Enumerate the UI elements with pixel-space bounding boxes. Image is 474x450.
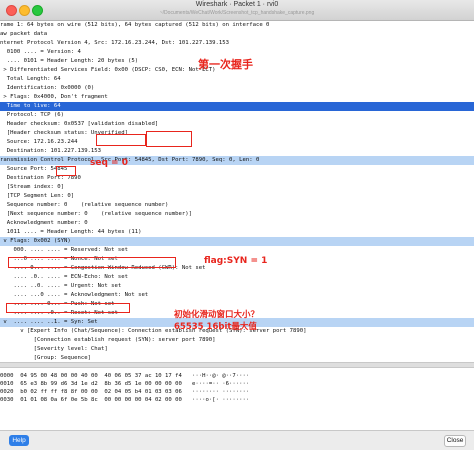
hex-row[interactable]: 0000 04 95 00 48 00 00 40 00 40 06 05 37… xyxy=(0,372,249,380)
detail-row[interactable]: .... ...0 .... = Acknowledgment: Not set xyxy=(0,291,474,300)
hex-row[interactable]: 0020 b0 02 ff ff f8 8f 00 00 02 04 05 b4… xyxy=(0,388,249,396)
highlight-src-port xyxy=(96,134,146,146)
detail-row[interactable]: Sequence number: 0 (relative sequence nu… xyxy=(0,201,474,210)
window-subtitle: ~/Documents/WeChat/Work/Screenshot_tcp_h… xyxy=(159,10,315,16)
hex-offset: 0000 xyxy=(0,373,14,379)
detail-row[interactable]: aw packet data xyxy=(0,30,474,39)
hex-ascii[interactable]: ····o·[· ········ xyxy=(192,397,249,403)
detail-row[interactable]: 1011 .... = Header Length: 44 bytes (11) xyxy=(0,228,474,237)
hex-row[interactable]: 0010 65 e3 8b 99 d6 3d 1e d2 8b 36 d5 1e… xyxy=(0,380,249,388)
hex-bytes[interactable]: 01 01 08 0a 6f 0e 5b 8c 00 00 00 00 04 0… xyxy=(20,397,182,403)
highlight-seq-number xyxy=(56,166,76,176)
hex-offset: 0020 xyxy=(0,389,14,395)
hex-ascii[interactable]: ···H··@· @··7···· xyxy=(192,373,249,379)
detail-row[interactable]: [Connection establish request (SYN): ser… xyxy=(0,336,474,345)
packet-bytes-pane[interactable]: 0000 04 95 00 48 00 00 40 00 40 06 05 37… xyxy=(0,368,474,430)
detail-row[interactable]: nternet Protocol Version 4, Src: 172.16.… xyxy=(0,39,474,48)
wireshark-packet-window: Wireshark · Packet 1 · rvi0 ~/Documents/… xyxy=(0,0,474,450)
hex-bytes[interactable]: 04 95 00 48 00 00 40 00 40 06 05 37 ac 1… xyxy=(20,373,182,379)
dialog-button-bar: Help Close xyxy=(0,430,474,450)
highlight-syn-set xyxy=(8,257,176,268)
detail-row[interactable]: ransmission Control Protocol, Src Port: … xyxy=(0,156,474,165)
detail-row[interactable]: [Next sequence number: 0 (relative seque… xyxy=(0,210,474,219)
detail-row[interactable]: Header checksum: 0x0537 [validation disa… xyxy=(0,120,474,129)
title-bar: Wireshark · Packet 1 · rvi0 ~/Documents/… xyxy=(0,0,474,21)
detail-row[interactable]: [Group: Sequence] xyxy=(0,354,474,362)
detail-row[interactable]: Source: 172.16.23.244 xyxy=(0,138,474,147)
detail-row[interactable]: [Stream index: 0] xyxy=(0,183,474,192)
highlight-window-size xyxy=(6,303,130,313)
hex-row[interactable]: 0030 01 01 08 0a 6f 0e 5b 8c 00 00 00 00… xyxy=(0,396,249,404)
detail-row[interactable]: Protocol: TCP (6) xyxy=(0,111,474,120)
detail-row[interactable]: Time to live: 64 xyxy=(0,102,474,111)
hex-offset: 0010 xyxy=(0,381,14,387)
help-button[interactable]: Help xyxy=(9,435,29,446)
detail-row[interactable]: .... .0.. .... = ECN-Echo: Not set xyxy=(0,273,474,282)
detail-row[interactable]: Identification: 0x0000 (0) xyxy=(0,84,474,93)
hex-ascii[interactable]: e····=·· ·6······ xyxy=(192,381,249,387)
window-title: Wireshark · Packet 1 · rvi0 xyxy=(195,1,279,8)
annotation-seq: seq = 0 xyxy=(90,158,128,168)
close-button[interactable]: Close xyxy=(444,435,466,447)
detail-row[interactable]: > Flags: 0x4000, Don't fragment xyxy=(0,93,474,102)
hex-ascii[interactable]: ········ ········ xyxy=(192,389,249,395)
hex-bytes[interactable]: b0 02 ff ff f8 8f 00 00 02 04 05 b4 01 0… xyxy=(20,389,182,395)
annotation-flag-syn: flag:SYN = 1 xyxy=(204,256,268,266)
hex-offset: 0030 xyxy=(0,397,14,403)
detail-row[interactable]: Total Length: 64 xyxy=(0,75,474,84)
detail-row[interactable]: rame 1: 64 bytes on wire (512 bits), 64 … xyxy=(0,21,474,30)
annotation-window-question: 初始化滑动窗口大小？ xyxy=(174,310,260,320)
annotation-first-handshake: 第一次握手 xyxy=(198,58,253,71)
highlight-dst-port xyxy=(146,131,192,147)
detail-row[interactable]: .... ..0. .... = Urgent: Not set xyxy=(0,282,474,291)
detail-row[interactable]: v Flags: 0x002 (SYN) xyxy=(0,237,474,246)
detail-row[interactable]: [Header checksum status: Unverified] xyxy=(0,129,474,138)
detail-row[interactable]: [Severity level: Chat] xyxy=(0,345,474,354)
detail-row[interactable]: [TCP Segment Len: 0] xyxy=(0,192,474,201)
detail-row[interactable]: Acknowledgment number: 0 xyxy=(0,219,474,228)
annotation-window-answer: 65535 16bit最大值 xyxy=(174,322,257,332)
detail-row[interactable]: 000. .... .... = Reserved: Not set xyxy=(0,246,474,255)
hex-bytes[interactable]: 65 e3 8b 99 d6 3d 1e d2 8b 36 d5 1e 00 0… xyxy=(20,381,182,387)
detail-row[interactable]: Destination: 101.227.139.153 xyxy=(0,147,474,156)
